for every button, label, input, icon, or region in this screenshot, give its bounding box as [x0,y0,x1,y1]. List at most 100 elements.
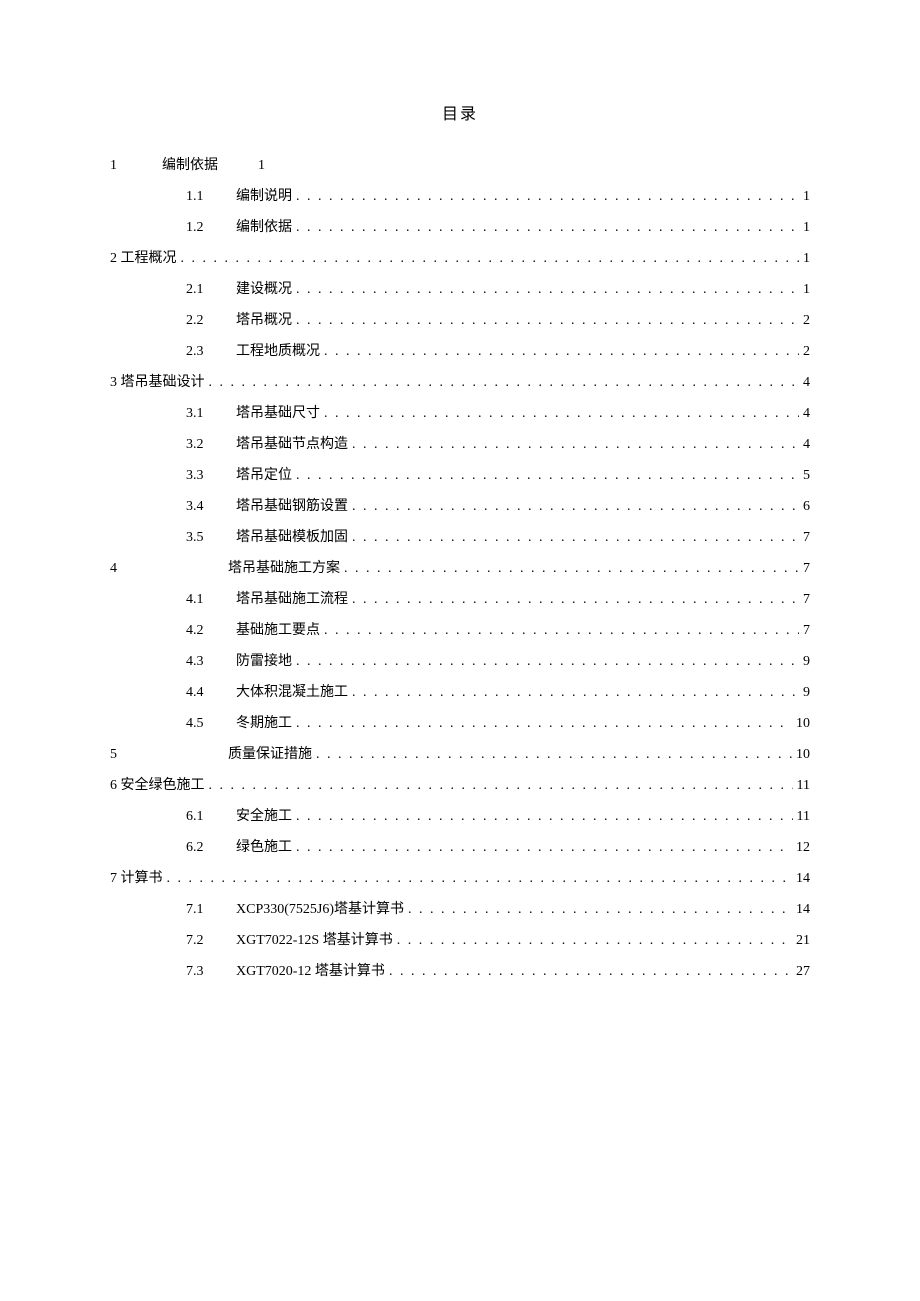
toc-entry-page: 9 [803,654,810,670]
toc-entry: 3.1 塔吊基础尺寸. . . . . . . . . . . . . . . .… [110,402,810,422]
toc-entry: 2.3工程地质概况. . . . . . . . . . . . . . . .… [110,340,810,360]
toc-entry-label: 工程地质概况 [236,340,320,360]
toc-entry-label: 建设概况 [236,278,292,298]
table-of-contents: 1编制依据11.1编制说明. . . . . . . . . . . . . .… [110,154,810,980]
toc-entry-number: 3.3 [186,468,224,484]
toc-entry-number: 7.2 [186,933,224,949]
toc-leader-dots: . . . . . . . . . . . . . . . . . . . . … [324,344,799,360]
toc-entry-label: 塔吊基础施工流程 [236,588,348,608]
toc-entry-page: 7 [803,561,810,577]
toc-entry: 4.4大体积混凝土施工. . . . . . . . . . . . . . .… [110,681,810,701]
toc-entry-page: 4 [803,406,810,422]
toc-entry-label: 7 计算书 [110,867,163,887]
toc-leader-dots: . . . . . . . . . . . . . . . . . . . . … [181,251,800,267]
toc-entry-number: 3.1 [186,406,224,422]
toc-entry-page: 12 [796,840,810,856]
toc-leader-dots: . . . . . . . . . . . . . . . . . . . . … [296,716,792,732]
toc-entry-label: 塔吊基础节点构造 [236,433,348,453]
toc-entry: 3.2塔吊基础节点构造. . . . . . . . . . . . . . .… [110,433,810,453]
toc-entry-label: 编制依据 [162,154,218,174]
toc-leader-dots: . . . . . . . . . . . . . . . . . . . . … [296,840,792,856]
toc-entry-label: XCP330(7525J6)塔基计算书 [236,898,404,918]
toc-entry-page: 2 [803,344,810,360]
toc-entry: 4.1 塔吊基础施工流程. . . . . . . . . . . . . . .… [110,588,810,608]
toc-entry-label: 3 塔吊基础设计 [110,371,205,391]
toc-entry-page: 4 [803,375,810,391]
toc-entry-page: 10 [796,716,810,732]
toc-entry-page: 14 [796,902,810,918]
toc-entry: 3.4 塔吊基础钢筋设置. . . . . . . . . . . . . . .… [110,495,810,515]
toc-entry-number: 2.1 [186,282,224,298]
toc-entry-number: 3.4 [186,499,224,515]
toc-entry-label: XGT7020-12 塔基计算书 [236,960,385,980]
toc-entry-number: 2.2 [186,313,224,329]
toc-entry-page: 10 [796,747,810,763]
toc-leader-dots: . . . . . . . . . . . . . . . . . . . . … [344,561,799,577]
toc-entry: 2.1 建设概况. . . . . . . . . . . . . . . . .… [110,278,810,298]
toc-leader-dots: . . . . . . . . . . . . . . . . . . . . … [296,282,799,298]
toc-entry-number: 4.5 [186,716,224,732]
toc-leader-dots: . . . . . . . . . . . . . . . . . . . . … [316,747,792,763]
toc-leader-dots: . . . . . . . . . . . . . . . . . . . . … [324,406,799,422]
toc-entry-page: 1 [803,251,810,267]
toc-entry-page: 1 [803,220,810,236]
toc-entry: 6.2 绿色施工. . . . . . . . . . . . . . . . .… [110,836,810,856]
toc-entry-page: 27 [796,964,810,980]
toc-entry-page: 11 [797,778,810,794]
toc-entry-label: 大体积混凝土施工 [236,681,348,701]
toc-entry: 1.1编制说明. . . . . . . . . . . . . . . . .… [110,185,810,205]
toc-entry-page: 11 [797,809,810,825]
toc-entry-label: 塔吊定位 [236,464,292,484]
toc-entry-page: 1 [258,158,265,174]
toc-entry: 6 安全绿色施工. . . . . . . . . . . . . . . . … [110,774,810,794]
toc-entry: 6.1 安全施工. . . . . . . . . . . . . . . . .… [110,805,810,825]
toc-entry: 3 塔吊基础设计. . . . . . . . . . . . . . . . … [110,371,810,391]
toc-entry-number: 6.2 [186,840,224,856]
toc-entry-number: 7.3 [186,964,224,980]
toc-entry-number: 5 [110,747,140,763]
toc-entry: 7.1 XCP330(7525J6)塔基计算书. . . . . . . . . … [110,898,810,918]
toc-entry: 2.2塔吊概况. . . . . . . . . . . . . . . . .… [110,309,810,329]
toc-leader-dots: . . . . . . . . . . . . . . . . . . . . … [352,592,799,608]
toc-entry-number: 7.1 [186,902,224,918]
toc-entry-number: 1 [110,158,140,174]
toc-leader-dots: . . . . . . . . . . . . . . . . . . . . … [397,933,792,949]
toc-entry-page: 7 [803,592,810,608]
toc-entry-number: 1.2 [186,220,224,236]
toc-entry: 4.3防雷接地. . . . . . . . . . . . . . . . .… [110,650,810,670]
toc-leader-dots: . . . . . . . . . . . . . . . . . . . . … [296,654,799,670]
toc-entry: 1.2编制依据. . . . . . . . . . . . . . . . .… [110,216,810,236]
toc-leader-dots: . . . . . . . . . . . . . . . . . . . . … [296,189,799,205]
toc-leader-dots: . . . . . . . . . . . . . . . . . . . . … [352,685,799,701]
toc-entry-page: 6 [803,499,810,515]
toc-entry-label: 基础施工要点 [236,619,320,639]
toc-entry-page: 9 [803,685,810,701]
toc-entry: 4.5冬期施工. . . . . . . . . . . . . . . . .… [110,712,810,732]
toc-entry-label: 编制说明 [236,185,292,205]
toc-entry: 5质量保证措施. . . . . . . . . . . . . . . . .… [110,743,810,763]
toc-entry-label: 塔吊基础钢筋设置 [236,495,348,515]
toc-leader-dots: . . . . . . . . . . . . . . . . . . . . … [408,902,792,918]
toc-entry-number: 6.1 [186,809,224,825]
toc-entry-label: 塔吊基础施工方案 [228,557,340,577]
toc-entry-label: 绿色施工 [236,836,292,856]
toc-entry-number: 4.1 [186,592,224,608]
toc-entry-page: 14 [796,871,810,887]
toc-entry: 4塔吊基础施工方案. . . . . . . . . . . . . . . .… [110,557,810,577]
toc-entry-page: 4 [803,437,810,453]
toc-leader-dots: . . . . . . . . . . . . . . . . . . . . … [352,530,799,546]
toc-entry-label: 安全施工 [236,805,292,825]
toc-entry: 7 计算书. . . . . . . . . . . . . . . . . .… [110,867,810,887]
toc-entry-page: 7 [803,623,810,639]
toc-entry: 4.2基础施工要点. . . . . . . . . . . . . . . .… [110,619,810,639]
toc-entry-label: XGT7022-12S 塔基计算书 [236,929,393,949]
toc-entry-label: 塔吊基础尺寸 [236,402,320,422]
toc-leader-dots: . . . . . . . . . . . . . . . . . . . . … [352,499,799,515]
toc-entry-page: 1 [803,189,810,205]
toc-leader-dots: . . . . . . . . . . . . . . . . . . . . … [209,375,800,391]
toc-leader-dots: . . . . . . . . . . . . . . . . . . . . … [324,623,799,639]
toc-entry: 7.3XGT7020-12 塔基计算书. . . . . . . . . . .… [110,960,810,980]
toc-entry-number: 4.3 [186,654,224,670]
toc-leader-dots: . . . . . . . . . . . . . . . . . . . . … [296,220,799,236]
toc-leader-dots: . . . . . . . . . . . . . . . . . . . . … [296,809,793,825]
